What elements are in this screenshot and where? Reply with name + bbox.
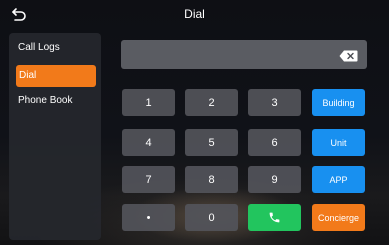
key-4[interactable]: 4 [122,129,175,156]
sidebar-item-phone-book[interactable]: Phone Book [9,90,101,112]
top-bar: Dial [0,0,389,30]
unit-button[interactable]: Unit [312,129,365,156]
backspace-button[interactable] [339,49,358,62]
key-dot[interactable]: • [122,204,175,231]
key-2[interactable]: 2 [185,89,238,116]
sidebar-item-dial[interactable]: Dial [16,65,96,87]
call-button[interactable] [248,204,301,231]
key-1[interactable]: 1 [122,89,175,116]
concierge-button[interactable]: Concierge [312,204,365,231]
dial-screen: Dial Call Logs Dial Phone Book 1 2 3 Bui… [0,0,389,245]
key-7[interactable]: 7 [122,166,175,193]
key-3[interactable]: 3 [248,89,301,116]
sidebar-item-call-logs[interactable]: Call Logs [9,37,101,59]
backspace-icon [339,50,358,62]
dial-input-display[interactable] [121,40,367,69]
sidebar: Call Logs Dial Phone Book [9,33,101,240]
key-8[interactable]: 8 [185,166,238,193]
building-button[interactable]: Building [312,89,365,116]
key-5[interactable]: 5 [185,129,238,156]
page-title: Dial [184,7,205,21]
key-0[interactable]: 0 [185,204,238,231]
phone-icon [269,212,280,223]
app-button[interactable]: APP [312,166,365,193]
key-6[interactable]: 6 [248,129,301,156]
key-9[interactable]: 9 [248,166,301,193]
